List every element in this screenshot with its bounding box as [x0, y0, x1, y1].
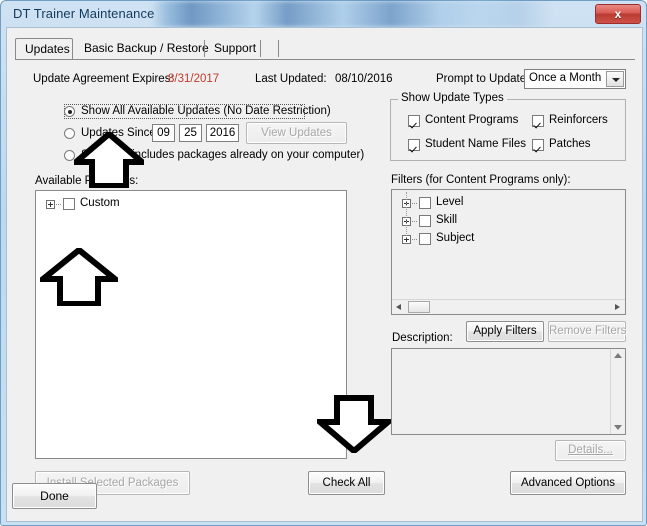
prompt-to-update-label: Prompt to Update: — [436, 73, 530, 85]
filter-checkbox-skill[interactable] — [419, 215, 431, 227]
expires-label: Update Agreement Expires: — [33, 73, 174, 85]
filters-hscrollbar[interactable] — [392, 299, 625, 314]
updates-page: Update Agreement Expires: 8/31/2017 Last… — [15, 60, 635, 515]
apply-filters-button[interactable]: Apply Filters — [466, 321, 544, 342]
scroll-up-icon[interactable] — [614, 353, 622, 358]
scroll-left-icon[interactable] — [396, 304, 401, 310]
last-updated-value: 08/10/2016 — [335, 73, 393, 85]
filter-checkbox-subject[interactable] — [419, 233, 431, 245]
filters-tree[interactable]: Level Skill Subject — [391, 189, 626, 315]
done-button[interactable]: Done — [12, 483, 97, 509]
tab-support[interactable]: Support — [205, 38, 261, 59]
show-update-types-title: Show Update Types — [398, 92, 507, 104]
checkbox-content-programs-box[interactable] — [408, 115, 420, 127]
expires-value: 8/31/2017 — [168, 73, 220, 85]
expand-icon[interactable] — [46, 200, 55, 209]
tree-connector — [56, 204, 61, 206]
list-item-label: Subject — [436, 232, 475, 244]
application-window: DT Trainer Maintenance x Updates Basic B… — [0, 0, 647, 526]
checkbox-content-programs-label: Content Programs — [425, 114, 519, 126]
scroll-right-icon[interactable] — [615, 304, 620, 310]
filters-label: Filters (for Content Programs only): — [391, 174, 571, 186]
tab-strip-end — [261, 38, 279, 59]
description-label: Description: — [392, 332, 453, 344]
arrow-up-radio-group-annotation — [74, 132, 144, 188]
show-update-types-group — [390, 99, 626, 161]
checkbox-reinforcers-label: Reinforcers — [549, 114, 608, 126]
date-year-field[interactable]: 2016 — [206, 124, 239, 142]
package-checkbox-custom[interactable] — [63, 198, 75, 210]
list-item-label: Level — [436, 196, 464, 208]
filter-checkbox-level[interactable] — [419, 197, 431, 209]
scroll-down-icon[interactable] — [614, 425, 622, 430]
checkbox-student-name-files-box[interactable] — [408, 139, 420, 151]
window-title: DT Trainer Maintenance — [13, 6, 155, 21]
title-bar[interactable]: DT Trainer Maintenance x — [1, 1, 647, 29]
close-button[interactable]: x — [595, 4, 641, 24]
tab-basic-backup-restore[interactable]: Basic Backup / Restore — [75, 38, 209, 59]
chevron-down-icon[interactable] — [606, 71, 624, 87]
prompt-to-update-value: Once a Month — [529, 72, 602, 84]
description-vscrollbar[interactable] — [610, 349, 625, 434]
last-updated-label: Last Updated: — [255, 73, 327, 85]
client-area: Updates Basic Backup / Restore Support U… — [6, 27, 643, 522]
tree-connector — [412, 221, 417, 223]
tree-connector — [406, 192, 408, 238]
tree-connector — [412, 203, 417, 205]
prompt-to-update-select[interactable]: Once a Month — [524, 69, 626, 89]
tab-strip: Updates Basic Backup / Restore Support — [15, 38, 635, 60]
details-button[interactable]: Details... — [555, 440, 626, 461]
date-day-field[interactable]: 25 — [179, 124, 202, 142]
tab-support-label: Support — [214, 41, 257, 55]
filters-hscroll-thumb[interactable] — [408, 301, 430, 313]
available-packages-list[interactable]: Custom — [35, 190, 347, 459]
radio-show-all-available-indicator[interactable] — [64, 106, 75, 117]
checkbox-patches-box[interactable] — [532, 139, 544, 151]
tab-basic-backup-restore-label: Basic Backup / Restore — [84, 41, 209, 55]
dialog-footer: Done — [6, 480, 643, 522]
checkbox-student-name-files-label: Student Name Files — [425, 138, 526, 150]
view-updates-button[interactable]: View Updates — [246, 122, 347, 144]
list-item-label: Custom — [80, 197, 120, 209]
remove-filters-button[interactable]: Remove Filters — [548, 321, 626, 342]
arrow-down-packages-annotation — [317, 395, 391, 453]
checkbox-patches-label: Patches — [549, 138, 591, 150]
tab-separator — [278, 40, 279, 57]
description-textarea[interactable] — [391, 348, 626, 435]
arrow-up-packages-annotation — [40, 248, 118, 306]
date-month-field[interactable]: 09 — [152, 124, 175, 142]
tree-connector — [412, 239, 417, 241]
tab-updates[interactable]: Updates — [15, 38, 73, 59]
details-button-label: Details... — [568, 444, 613, 456]
radio-show-all-available-label: Show All Available Updates (No Date Rest… — [81, 105, 331, 117]
list-item-label: Skill — [436, 214, 458, 226]
redacted-caption-blur — [151, 1, 551, 27]
checkbox-reinforcers-box[interactable] — [532, 115, 544, 127]
tab-updates-label: Updates — [25, 42, 70, 56]
